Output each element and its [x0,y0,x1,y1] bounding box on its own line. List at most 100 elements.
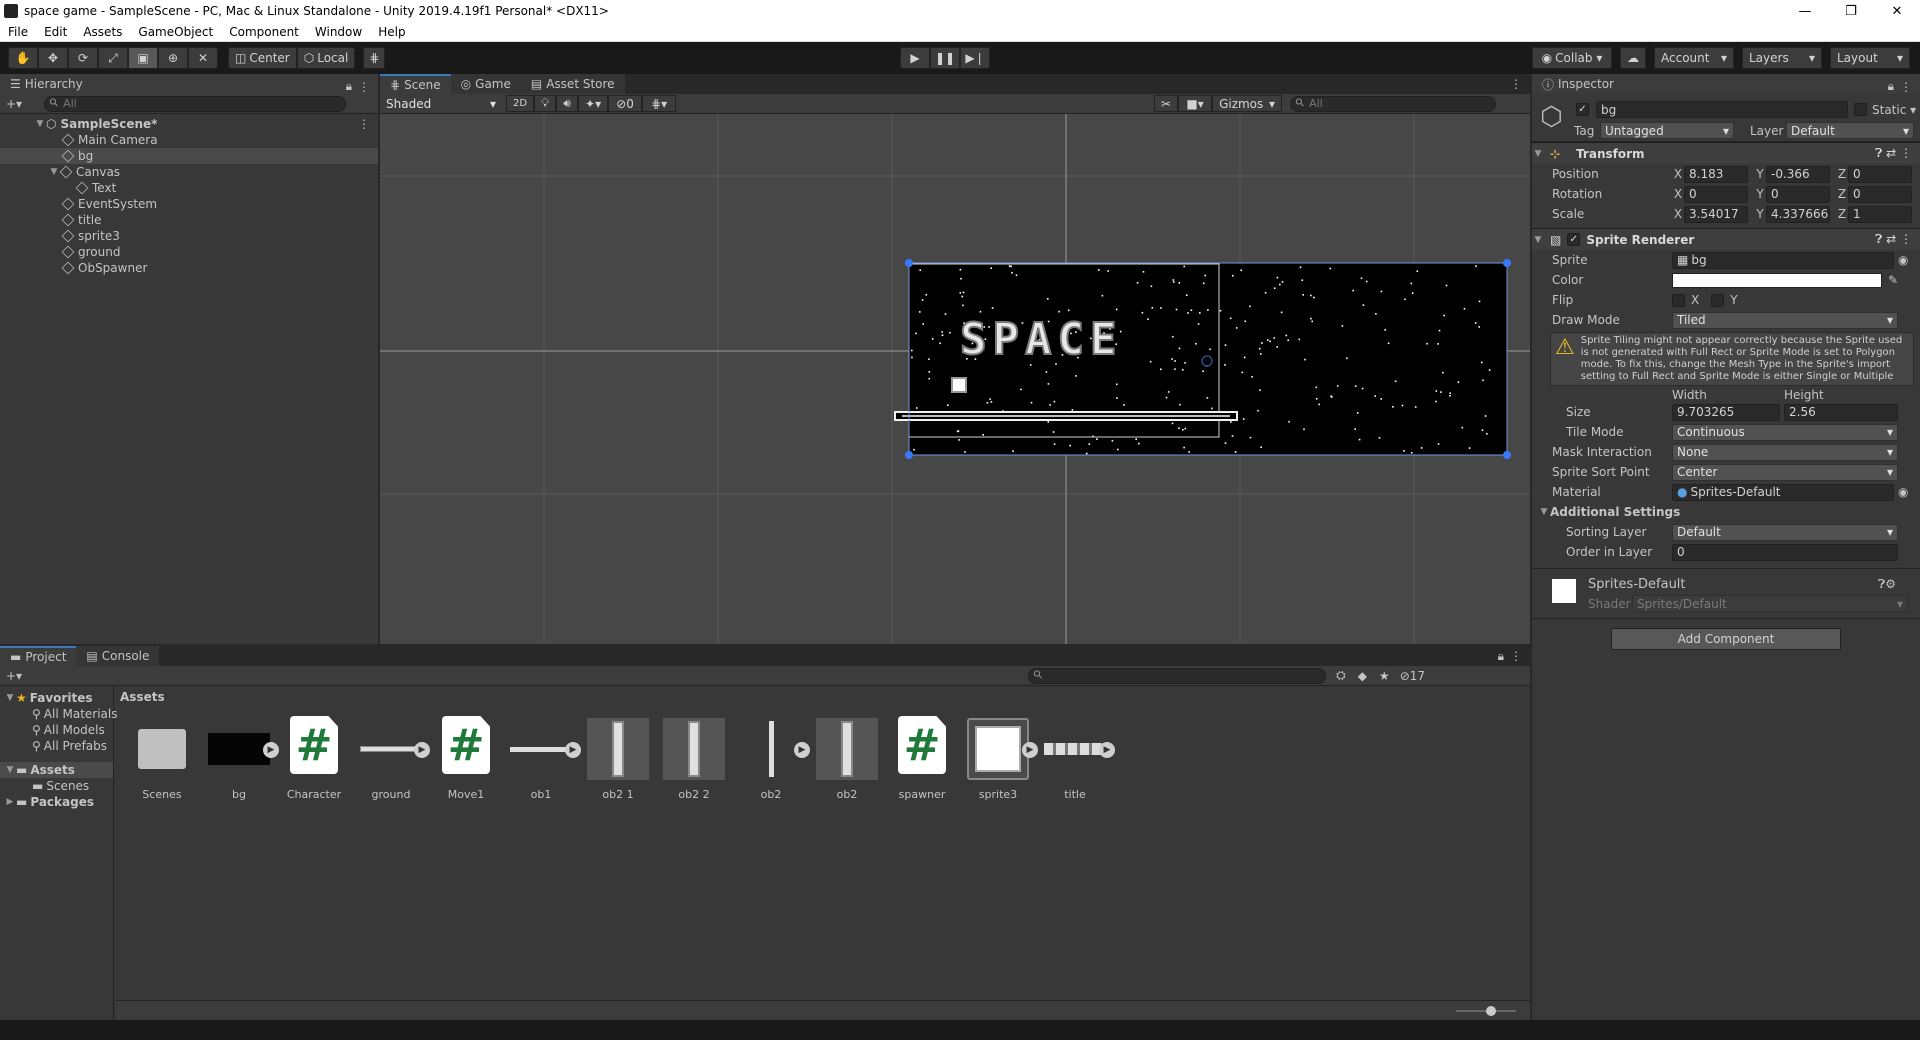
close-button[interactable]: ✕ [1874,4,1920,19]
draw-mode-dropdown[interactable]: Tiled ▾ [1672,311,1898,329]
favorite-all-prefabs[interactable]: ⚲ All Prefabs [0,738,113,754]
expand-play-icon[interactable]: ▶ [1099,742,1115,758]
asset-bg[interactable]: bg [203,718,275,801]
move-tool-icon[interactable]: ✥ [38,47,68,69]
asset-scenes[interactable]: Scenes [126,718,198,801]
size-width-field[interactable]: 9.703265 [1672,403,1780,421]
tile-mode-dropdown[interactable]: Continuous ▾ [1672,423,1898,441]
expand-play-icon[interactable]: ▶ [263,742,279,758]
asset-ob2-1[interactable]: ob2 1 [582,718,654,801]
hierarchy-item-ground[interactable]: ground [0,244,378,260]
sprite-renderer-enabled-checkbox[interactable]: ✓ [1567,233,1581,246]
rect-tool-icon[interactable]: ▣ [128,47,158,69]
hierarchy-search-input[interactable]: All [44,95,347,112]
additional-settings-foldout[interactable]: ▼ Additional Settings [1532,502,1920,522]
resize-handle[interactable] [905,259,913,267]
material-field[interactable]: ● Sprites-Default [1672,483,1894,501]
static-checkbox[interactable] [1854,103,1867,116]
tab-hierarchy[interactable]: ☰ Hierarchy [0,74,93,94]
maximize-button[interactable]: ❐ [1828,4,1874,19]
favorite-all-materials[interactable]: ⚲ All Materials [0,706,118,722]
tag-dropdown[interactable]: Untagged ▾ [1600,122,1734,139]
flip-x-checkbox[interactable] [1672,293,1685,307]
menu-edit[interactable]: Edit [36,25,75,39]
asset-spawner[interactable]: # spawner [886,716,958,801]
component-help-icon[interactable]: ❓︎ ⇄ ⋮ [1875,146,1912,161]
flip-y-checkbox[interactable] [1711,293,1725,307]
panel-menu-icon[interactable]: ⋮ [1900,80,1912,94]
assets-folder[interactable]: ▼ ▬ Assets [0,762,113,778]
collapse-arrow-icon[interactable]: ▼ [1532,149,1544,159]
collapse-arrow-icon[interactable]: ▼ [1532,235,1544,245]
panel-menu-icon[interactable]: ⋮ [358,80,370,94]
grid-snap-icon[interactable]: ⋕ [363,47,386,69]
camera-icon[interactable]: ■▾ [1178,95,1213,112]
shading-mode-dropdown[interactable]: Shaded ▾ [382,95,500,112]
pivot-local-button[interactable]: ⬡ Local [296,47,356,69]
mask-interaction-dropdown[interactable]: None ▾ [1672,443,1898,461]
size-height-field[interactable]: 2.56 [1784,403,1898,421]
color-swatch[interactable] [1672,272,1882,288]
hierarchy-item-bg[interactable]: bg [0,148,378,164]
tab-console[interactable]: ▤ Console [76,646,160,666]
resize-handle[interactable] [905,451,913,459]
transform-header[interactable]: ▼ ⊹ Transform ❓︎ ⇄ ⋮ [1532,142,1920,164]
asset-sprite3[interactable]: sprite3 [962,718,1034,801]
order-in-layer-field[interactable]: 0 [1672,543,1898,561]
menu-help[interactable]: Help [370,25,413,39]
scale-tool-icon[interactable]: ⤢ [98,47,128,69]
breadcrumb[interactable]: Assets [116,686,165,708]
favorites-foldout[interactable]: ▼ ★ Favorites [0,690,113,706]
layer-dropdown[interactable]: Default ▾ [1786,122,1914,139]
cloud-icon[interactable]: ☁ [1620,47,1646,69]
tools-icon[interactable]: ✂ [1154,95,1179,112]
scenes-folder[interactable]: ▬ Scenes [0,778,113,794]
asset-character[interactable]: # Character [278,716,350,801]
asset-ob2-2[interactable]: ob2 2 [658,718,730,801]
lock-icon[interactable]: 🔒︎ [1888,79,1894,94]
lock-icon[interactable]: 🔒︎ [346,79,352,94]
static-dropdown[interactable]: Static ▾ [1872,103,1916,117]
asset-ob2-prefab[interactable]: ob2 [811,718,883,801]
rotation-z-field[interactable]: 0 [1848,185,1912,203]
add-component-button[interactable]: Add Component [1611,627,1841,650]
expand-play-icon[interactable]: ▶ [565,742,581,758]
menu-component[interactable]: Component [221,25,307,39]
play-button[interactable]: ▶ [900,47,930,69]
resize-handle[interactable] [1503,451,1511,459]
asset-ob2[interactable]: ob2 [735,718,807,801]
scale-z-field[interactable]: 1 [1848,205,1912,223]
menu-assets[interactable]: Assets [75,25,130,39]
tab-asset-store[interactable]: ▤ Asset Store [520,74,625,94]
account-dropdown[interactable]: Account ▾ [1654,47,1734,69]
object-picker-icon[interactable]: ◉ [1898,253,1908,267]
object-picker-icon[interactable]: ◉ [1898,485,1908,499]
filter-type-icon[interactable]: ⛭ [1336,668,1346,683]
resize-handle[interactable] [1503,259,1511,267]
layout-dropdown[interactable]: Layout ▾ [1830,47,1910,69]
project-add-button[interactable]: +▾ [0,669,28,683]
expand-arrow-icon[interactable]: ▼ [34,119,46,129]
panel-menu-icon[interactable]: ⋮ [1510,649,1522,663]
effects-icon[interactable]: ✦▾ [578,95,609,112]
title-sprite-text[interactable]: SPACE [959,313,1122,366]
tab-inspector[interactable]: ⓘ Inspector [1532,74,1624,94]
layers-dropdown[interactable]: Layers ▾ [1742,47,1822,69]
hierarchy-item-eventsystem[interactable]: EventSystem [0,196,378,212]
asset-move1[interactable]: # Move1 [430,716,502,801]
tab-project[interactable]: ▬ Project [0,646,77,666]
project-search-input[interactable] [1028,667,1327,684]
component-help-icon[interactable]: ❓︎ ⇄ ⋮ [1875,232,1912,247]
favorite-all-models[interactable]: ⚲ All Models [0,722,113,738]
pause-button[interactable]: ❚❚ [930,47,960,69]
step-button[interactable]: ▶❘ [960,47,990,69]
scene-root[interactable]: ▼ ⬡ SampleScene* ⋮ [0,116,378,132]
menu-gameobject[interactable]: GameObject [130,25,221,39]
tab-scene[interactable]: ⋕ Scene [380,74,451,94]
expand-play-icon[interactable]: ▶ [414,742,430,758]
object-name-field[interactable]: bg [1596,101,1848,118]
custom-tool-icon[interactable]: ✕ [188,47,218,69]
rotation-x-field[interactable]: 0 [1684,185,1748,203]
transform-tool-icon[interactable]: ⊕ [158,47,188,69]
player-sprite[interactable] [951,377,967,393]
